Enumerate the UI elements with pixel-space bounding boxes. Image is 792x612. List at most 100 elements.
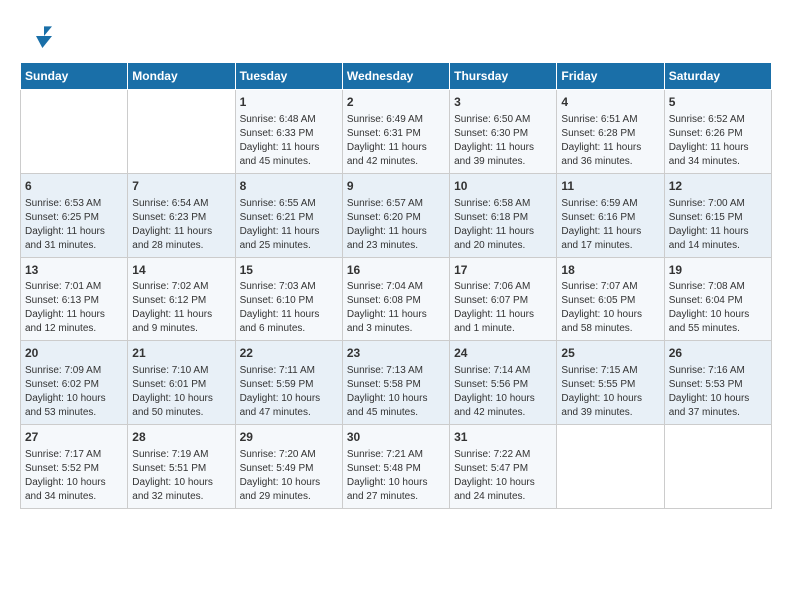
day-info: Sunrise: 7:14 AM Sunset: 5:56 PM Dayligh… [454,364,552,420]
day-number: 12 [669,178,767,195]
day-number: 2 [347,94,445,111]
day-number: 16 [347,262,445,279]
day-number: 28 [132,429,230,446]
calendar-cell: 1 Sunrise: 6:48 AM Sunset: 6:33 PM Daylig… [235,90,342,174]
day-number: 24 [454,345,552,362]
weekday-header-saturday: Saturday [664,63,771,90]
day-number: 23 [347,345,445,362]
weekday-header-monday: Monday [128,63,235,90]
day-number: 1 [240,94,338,111]
calendar-cell: 27 Sunrise: 7:17 AM Sunset: 5:52 PM Dayli… [21,425,128,509]
day-info: Sunrise: 7:02 AM Sunset: 6:12 PM Dayligh… [132,280,230,336]
day-number: 5 [669,94,767,111]
day-number: 29 [240,429,338,446]
calendar-header-row: SundayMondayTuesdayWednesdayThursdayFrid… [21,63,772,90]
calendar-cell: 17Sunrise: 7:06 AM Sunset: 6:07 PM Dayli… [450,257,557,341]
day-info: Sunrise: 6:55 AM Sunset: 6:21 PM Dayligh… [240,197,338,253]
day-info: Sunrise: 6:54 AM Sunset: 6:23 PM Dayligh… [132,197,230,253]
calendar-cell: 14Sunrise: 7:02 AM Sunset: 6:12 PM Dayli… [128,257,235,341]
day-number: 8 [240,178,338,195]
day-info: Sunrise: 6:52 AM Sunset: 6:26 PM Dayligh… [669,113,767,169]
day-number: 26 [669,345,767,362]
day-number: 3 [454,94,552,111]
calendar-cell: 5 Sunrise: 6:52 AM Sunset: 6:26 PM Daylig… [664,90,771,174]
day-info: Sunrise: 7:15 AM Sunset: 5:55 PM Dayligh… [561,364,659,420]
calendar-cell: 7Sunrise: 6:54 AM Sunset: 6:23 PM Daylig… [128,173,235,257]
day-info: Sunrise: 6:58 AM Sunset: 6:18 PM Dayligh… [454,197,552,253]
calendar-cell: 20 Sunrise: 7:09 AM Sunset: 6:02 PM Dayli… [21,341,128,425]
day-info: Sunrise: 6:59 AM Sunset: 6:16 PM Dayligh… [561,197,659,253]
day-info: Sunrise: 6:49 AM Sunset: 6:31 PM Dayligh… [347,113,445,169]
day-number: 14 [132,262,230,279]
calendar-cell: 16Sunrise: 7:04 AM Sunset: 6:08 PM Dayli… [342,257,449,341]
calendar-cell: 26 Sunrise: 7:16 AM Sunset: 5:53 PM Dayli… [664,341,771,425]
calendar-cell: 8 Sunrise: 6:55 AM Sunset: 6:21 PM Daylig… [235,173,342,257]
day-info: Sunrise: 7:13 AM Sunset: 5:58 PM Dayligh… [347,364,445,420]
day-info: Sunrise: 7:04 AM Sunset: 6:08 PM Dayligh… [347,280,445,336]
calendar-week-row: 20 Sunrise: 7:09 AM Sunset: 6:02 PM Dayli… [21,341,772,425]
calendar-cell [21,90,128,174]
logo [20,20,56,52]
day-number: 18 [561,262,659,279]
calendar-table: SundayMondayTuesdayWednesdayThursdayFrid… [20,62,772,509]
day-info: Sunrise: 7:19 AM Sunset: 5:51 PM Dayligh… [132,448,230,504]
calendar-week-row: 27 Sunrise: 7:17 AM Sunset: 5:52 PM Dayli… [21,425,772,509]
day-number: 17 [454,262,552,279]
day-info: Sunrise: 7:11 AM Sunset: 5:59 PM Dayligh… [240,364,338,420]
day-number: 30 [347,429,445,446]
calendar-cell: 28 Sunrise: 7:19 AM Sunset: 5:51 PM Dayli… [128,425,235,509]
weekday-header-wednesday: Wednesday [342,63,449,90]
weekday-header-tuesday: Tuesday [235,63,342,90]
day-info: Sunrise: 6:48 AM Sunset: 6:33 PM Dayligh… [240,113,338,169]
day-info: Sunrise: 6:50 AM Sunset: 6:30 PM Dayligh… [454,113,552,169]
day-number: 9 [347,178,445,195]
day-number: 27 [25,429,123,446]
calendar-cell: 11Sunrise: 6:59 AM Sunset: 6:16 PM Dayli… [557,173,664,257]
calendar-cell [557,425,664,509]
calendar-cell: 31 Sunrise: 7:22 AM Sunset: 5:47 PM Dayli… [450,425,557,509]
calendar-cell: 25Sunrise: 7:15 AM Sunset: 5:55 PM Dayli… [557,341,664,425]
day-info: Sunrise: 7:16 AM Sunset: 5:53 PM Dayligh… [669,364,767,420]
calendar-cell: 4 Sunrise: 6:51 AM Sunset: 6:28 PM Daylig… [557,90,664,174]
calendar-cell: 13Sunrise: 7:01 AM Sunset: 6:13 PM Dayli… [21,257,128,341]
calendar-cell: 6 Sunrise: 6:53 AM Sunset: 6:25 PM Daylig… [21,173,128,257]
calendar-cell: 2 Sunrise: 6:49 AM Sunset: 6:31 PM Daylig… [342,90,449,174]
day-info: Sunrise: 6:51 AM Sunset: 6:28 PM Dayligh… [561,113,659,169]
calendar-cell [128,90,235,174]
day-number: 6 [25,178,123,195]
calendar-cell [664,425,771,509]
day-info: Sunrise: 7:10 AM Sunset: 6:01 PM Dayligh… [132,364,230,420]
day-info: Sunrise: 7:21 AM Sunset: 5:48 PM Dayligh… [347,448,445,504]
day-info: Sunrise: 7:07 AM Sunset: 6:05 PM Dayligh… [561,280,659,336]
day-info: Sunrise: 7:20 AM Sunset: 5:49 PM Dayligh… [240,448,338,504]
day-number: 20 [25,345,123,362]
calendar-cell: 21 Sunrise: 7:10 AM Sunset: 6:01 PM Dayli… [128,341,235,425]
day-info: Sunrise: 7:01 AM Sunset: 6:13 PM Dayligh… [25,280,123,336]
logo-icon [20,20,52,52]
calendar-cell: 19Sunrise: 7:08 AM Sunset: 6:04 PM Dayli… [664,257,771,341]
calendar-week-row: 6 Sunrise: 6:53 AM Sunset: 6:25 PM Daylig… [21,173,772,257]
calendar-cell: 3 Sunrise: 6:50 AM Sunset: 6:30 PM Daylig… [450,90,557,174]
calendar-cell: 18Sunrise: 7:07 AM Sunset: 6:05 PM Dayli… [557,257,664,341]
weekday-header-friday: Friday [557,63,664,90]
calendar-week-row: 13Sunrise: 7:01 AM Sunset: 6:13 PM Dayli… [21,257,772,341]
day-info: Sunrise: 7:09 AM Sunset: 6:02 PM Dayligh… [25,364,123,420]
day-info: Sunrise: 6:53 AM Sunset: 6:25 PM Dayligh… [25,197,123,253]
day-number: 22 [240,345,338,362]
day-number: 4 [561,94,659,111]
calendar-cell: 23 Sunrise: 7:13 AM Sunset: 5:58 PM Dayli… [342,341,449,425]
day-number: 13 [25,262,123,279]
calendar-cell: 15Sunrise: 7:03 AM Sunset: 6:10 PM Dayli… [235,257,342,341]
day-info: Sunrise: 7:03 AM Sunset: 6:10 PM Dayligh… [240,280,338,336]
day-number: 19 [669,262,767,279]
day-info: Sunrise: 7:22 AM Sunset: 5:47 PM Dayligh… [454,448,552,504]
day-number: 15 [240,262,338,279]
day-info: Sunrise: 7:06 AM Sunset: 6:07 PM Dayligh… [454,280,552,336]
calendar-cell: 10 Sunrise: 6:58 AM Sunset: 6:18 PM Dayli… [450,173,557,257]
day-info: Sunrise: 7:08 AM Sunset: 6:04 PM Dayligh… [669,280,767,336]
day-info: Sunrise: 7:17 AM Sunset: 5:52 PM Dayligh… [25,448,123,504]
calendar-cell: 9Sunrise: 6:57 AM Sunset: 6:20 PM Daylig… [342,173,449,257]
day-number: 31 [454,429,552,446]
day-number: 10 [454,178,552,195]
day-number: 21 [132,345,230,362]
